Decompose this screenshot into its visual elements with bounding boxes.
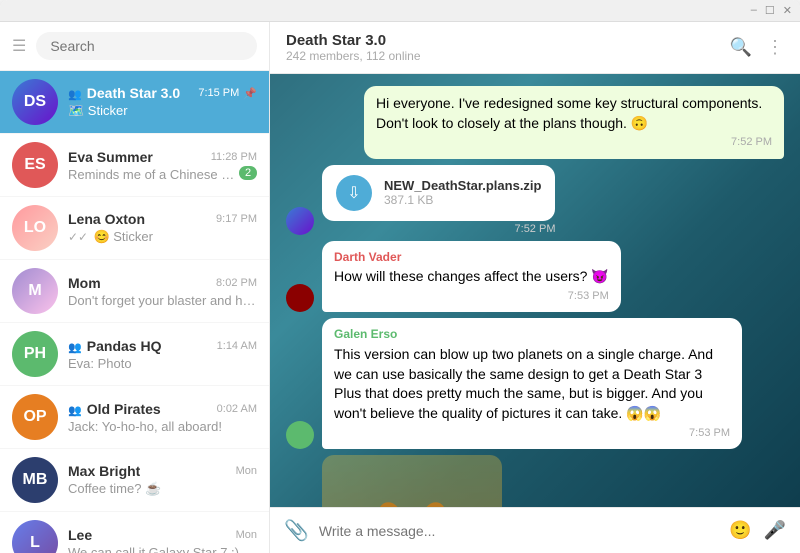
chat-name: 👥 Old Pirates <box>68 401 161 417</box>
message-text: How will these changes affect the users?… <box>334 267 609 287</box>
chat-time: Mon <box>236 465 257 477</box>
message-bubble-out: Hi everyone. I've redesigned some key st… <box>364 86 784 159</box>
chat-subtitle: 242 members, 112 online <box>286 49 730 63</box>
avatar: ES <box>12 142 58 188</box>
avatar: DS <box>12 79 58 125</box>
chat-list-item[interactable]: ES Eva Summer 11:28 PM Reminds me of a Chin… <box>0 134 269 197</box>
chat-panel: Death Star 3.0 242 members, 112 online 🔍… <box>270 22 800 553</box>
header-icons: 🔍 ⋮ <box>730 37 784 58</box>
sender-name: Darth Vader <box>334 249 609 266</box>
more-icon[interactable]: ⋮ <box>766 37 784 58</box>
hamburger-icon[interactable]: ☰ <box>12 36 26 56</box>
file-bubble[interactable]: ⇩ NEW_DeathStar.plans.zip 387.1 KB <box>322 165 555 221</box>
chat-time: 8:02 PM <box>216 277 257 289</box>
maximize-icon[interactable]: ☐ <box>765 4 775 17</box>
message-input[interactable] <box>319 523 719 539</box>
chat-header-info: Death Star 3.0 242 members, 112 online <box>286 32 730 63</box>
search-icon[interactable]: 🔍 <box>730 37 752 58</box>
file-name: NEW_DeathStar.plans.zip <box>384 178 541 193</box>
chat-preview: ✓✓ 😊 Sticker <box>68 229 153 245</box>
chat-preview: Don't forget your blaster and helmet <box>68 293 257 308</box>
pin-icon: 📌 <box>243 87 257 100</box>
file-info: NEW_DeathStar.plans.zip 387.1 KB <box>384 178 541 207</box>
chat-title: Death Star 3.0 <box>286 32 730 49</box>
minimize-icon[interactable]: – <box>751 4 757 17</box>
sticker-bubble <box>322 455 502 507</box>
voice-icon[interactable]: 🎤 <box>764 520 786 541</box>
message-bubble-galen: Galen Erso This version can blow up two … <box>322 318 742 449</box>
chat-name: Lena Oxton <box>68 211 145 227</box>
chat-name: Eva Summer <box>68 149 153 165</box>
message-bubble-darth: Darth Vader How will these changes affec… <box>322 241 621 313</box>
chat-list-item[interactable]: L Lee Mon We can call it Galaxy Star 7 ;) <box>0 512 269 553</box>
chat-list: DS👥 Death Star 3.07:15 PM 📌🗺️ StickerESE… <box>0 71 269 553</box>
input-icons: 🙂 🎤 <box>729 520 786 541</box>
chat-list-item[interactable]: MB Max Bright Mon Coffee time? ☕ <box>0 449 269 512</box>
chat-time: 7:15 PM <box>198 87 239 99</box>
unread-badge: 2 <box>239 166 257 180</box>
sticker-svg <box>332 460 492 507</box>
message-row-galen: Galen Erso This version can blow up two … <box>286 318 784 449</box>
message-row-darth: Darth Vader How will these changes affec… <box>286 241 784 313</box>
chat-preview: 🗺️ Sticker <box>68 103 128 119</box>
message-time: 7:53 PM <box>334 426 730 441</box>
chat-name: Mom <box>68 275 101 291</box>
messages-area: Hi everyone. I've redesigned some key st… <box>270 74 800 507</box>
message-row-file: ⇩ NEW_DeathStar.plans.zip 387.1 KB 7:52 … <box>286 165 784 235</box>
chat-time: 11:28 PM <box>211 151 257 163</box>
close-icon[interactable]: ✕ <box>783 4 792 17</box>
chat-list-item[interactable]: M Mom 8:02 PM Don't forget your blaster and… <box>0 260 269 323</box>
download-icon: ⇩ <box>336 175 372 211</box>
chat-preview: Jack: Yo-ho-ho, all aboard! <box>68 419 222 434</box>
sender-name: Galen Erso <box>334 326 730 343</box>
message-text: This version can blow up two planets on … <box>334 345 730 423</box>
chat-name: Max Bright <box>68 463 140 479</box>
avatar: OP <box>12 394 58 440</box>
chat-input-area: 📎 🙂 🎤 <box>270 507 800 553</box>
search-input[interactable] <box>36 32 257 60</box>
file-time: 7:52 PM <box>322 223 555 235</box>
chat-time: 0:02 AM <box>217 403 257 415</box>
avatar: MB <box>12 457 58 503</box>
emoji-icon[interactable]: 🙂 <box>729 520 751 541</box>
sticker-row <box>286 455 784 507</box>
message-row: Hi everyone. I've redesigned some key st… <box>286 86 784 159</box>
chat-list-item[interactable]: PH 👥 Pandas HQ 1:14 AM Eva: Photo <box>0 323 269 386</box>
chat-list-item[interactable]: LO Lena Oxton 9:17 PM ✓✓ 😊 Sticker <box>0 197 269 260</box>
chat-preview: Reminds me of a Chinese prove... <box>68 167 235 182</box>
message-time: 7:53 PM <box>334 289 609 304</box>
chat-list-item[interactable]: OP 👥 Old Pirates 0:02 AM Jack: Yo-ho-ho, al… <box>0 386 269 449</box>
chat-name: 👥 Death Star 3.0 <box>68 85 180 101</box>
chat-preview: We can call it Galaxy Star 7 ;) <box>68 545 239 553</box>
sidebar: ☰ DS 👥 Death Star 3.0 7:15 PM 📌 🗺️ Sticker E… <box>0 22 270 553</box>
sidebar-header: ☰ <box>0 22 269 71</box>
avatar: M <box>12 268 58 314</box>
msg-avatar-darth <box>286 284 314 312</box>
chat-name: 👥 Pandas HQ <box>68 338 161 354</box>
file-size: 387.1 KB <box>384 193 541 207</box>
attach-icon[interactable]: 📎 <box>284 518 309 543</box>
avatar: PH <box>12 331 58 377</box>
msg-avatar <box>286 207 314 235</box>
msg-avatar-galen <box>286 421 314 449</box>
chat-time: 9:17 PM <box>216 213 257 225</box>
chat-header: Death Star 3.0 242 members, 112 online 🔍… <box>270 22 800 74</box>
avatar: L <box>12 520 58 553</box>
chat-time: Mon <box>236 529 257 541</box>
avatar: LO <box>12 205 58 251</box>
window-chrome: – ☐ ✕ <box>0 0 800 22</box>
chat-time: 1:14 AM <box>217 340 257 352</box>
message-time: 7:52 PM <box>376 135 772 150</box>
chat-name: Lee <box>68 527 92 543</box>
chat-preview: Eva: Photo <box>68 356 132 371</box>
message-text: Hi everyone. I've redesigned some key st… <box>376 94 772 133</box>
chat-preview: Coffee time? ☕ <box>68 481 161 497</box>
app-body: ☰ DS 👥 Death Star 3.0 7:15 PM 📌 🗺️ Sticker E… <box>0 22 800 553</box>
chat-list-item[interactable]: DS 👥 Death Star 3.0 7:15 PM 📌 🗺️ Sticker <box>0 71 269 134</box>
